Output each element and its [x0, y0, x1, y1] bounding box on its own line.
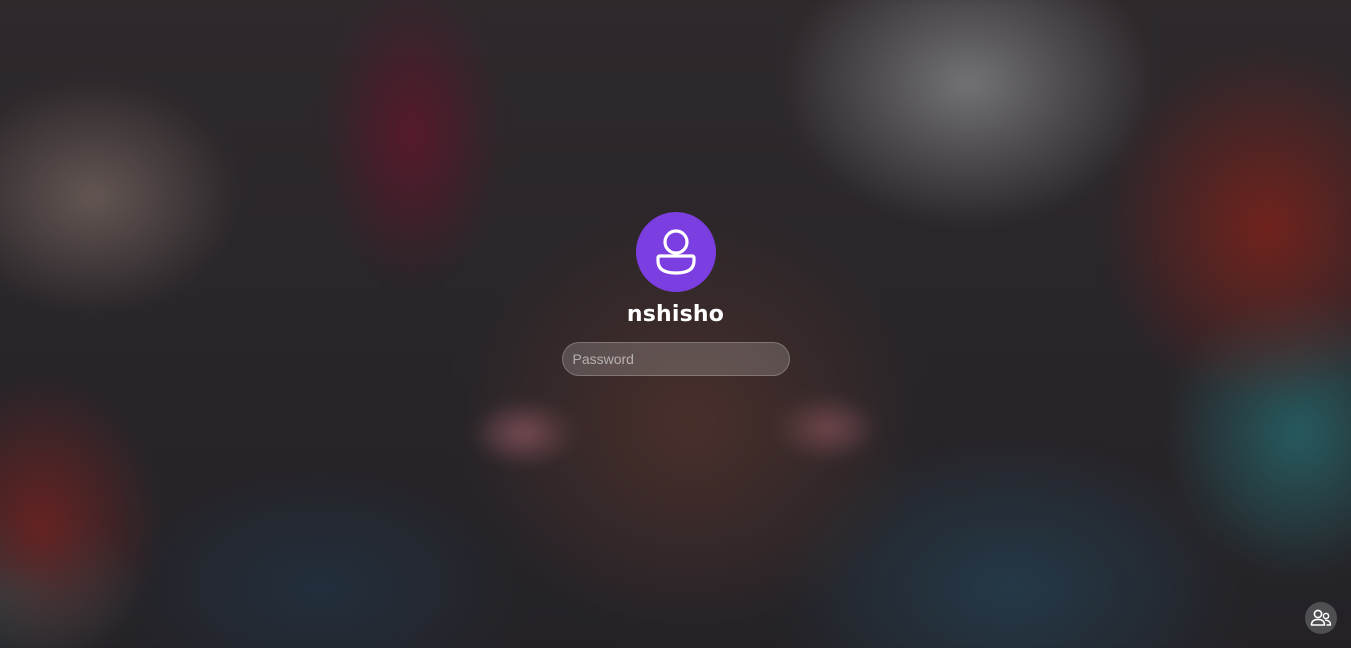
- user-avatar-icon: [655, 229, 696, 275]
- username-label: nshisho: [626, 302, 725, 327]
- switch-user-button[interactable]: [1305, 602, 1337, 634]
- lock-screen: nshisho: [0, 0, 1351, 648]
- login-panel: nshisho: [0, 212, 1351, 376]
- switch-user-icon: [1310, 609, 1332, 626]
- password-input[interactable]: [570, 350, 781, 368]
- password-field-container[interactable]: [561, 342, 790, 376]
- user-avatar: [635, 212, 716, 292]
